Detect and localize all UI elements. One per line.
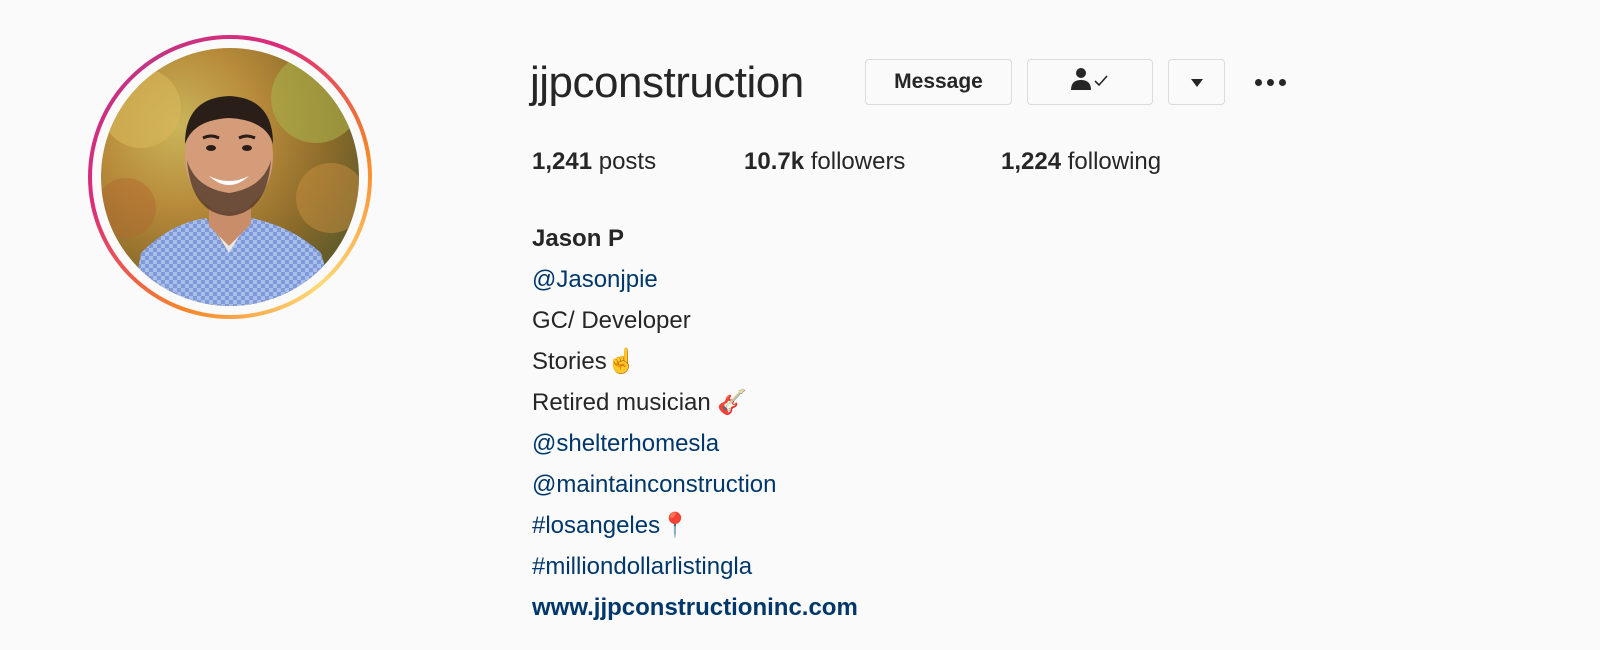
suggestions-dropdown-button[interactable] — [1168, 59, 1225, 105]
website-link[interactable]: www.jjpconstructioninc.com — [532, 587, 858, 628]
following-count: 1,224 — [1001, 148, 1062, 175]
story-ring[interactable] — [88, 35, 372, 319]
bio-hashtag-losangeles[interactable]: #losangeles📍 — [532, 505, 858, 546]
username: jjpconstruction — [530, 58, 804, 107]
profile-page: jjpconstruction Message 1,241 posts 10.7… — [0, 0, 1600, 650]
bio-mention-jasonjpie[interactable]: @Jasonjpie — [532, 259, 858, 300]
bio-line-role: GC/ Developer — [532, 307, 691, 334]
more-options-button[interactable] — [1245, 70, 1295, 94]
avatar-image — [101, 48, 359, 306]
more-dots-icon — [1254, 78, 1262, 86]
bio-line-musician: Retired musician 🎸 — [532, 389, 748, 416]
following-button[interactable] — [1027, 59, 1153, 105]
full-name: Jason P — [532, 225, 625, 252]
followers-count: 10.7k — [744, 148, 805, 175]
bio: Jason P @Jasonjpie GC/ Developer Stories… — [532, 218, 858, 628]
followers-label: followers — [810, 148, 906, 175]
bio-line-stories: Stories☝️ — [532, 348, 637, 375]
more-dot — [1278, 78, 1286, 86]
followers-stat[interactable]: 10.7k followers — [744, 148, 905, 176]
avatar-gap — [92, 39, 368, 315]
posts-label: posts — [598, 148, 657, 175]
caret-down-icon — [1190, 70, 1204, 94]
bio-mention-shelterhomesla[interactable]: @shelterhomesla — [532, 423, 858, 464]
posts-stat: 1,241 posts — [532, 148, 656, 176]
following-label: following — [1067, 148, 1162, 175]
bio-mention-maintainconstruction[interactable]: @maintainconstruction — [532, 464, 858, 505]
message-button[interactable]: Message — [865, 59, 1012, 105]
bio-hashtag-milliondollarlistingla[interactable]: #milliondollarlistingla — [532, 546, 858, 587]
more-dot — [1266, 78, 1274, 86]
posts-count: 1,241 — [532, 148, 593, 175]
avatar[interactable] — [101, 48, 359, 306]
following-stat[interactable]: 1,224 following — [1001, 148, 1161, 176]
person-check-icon — [1070, 67, 1110, 97]
